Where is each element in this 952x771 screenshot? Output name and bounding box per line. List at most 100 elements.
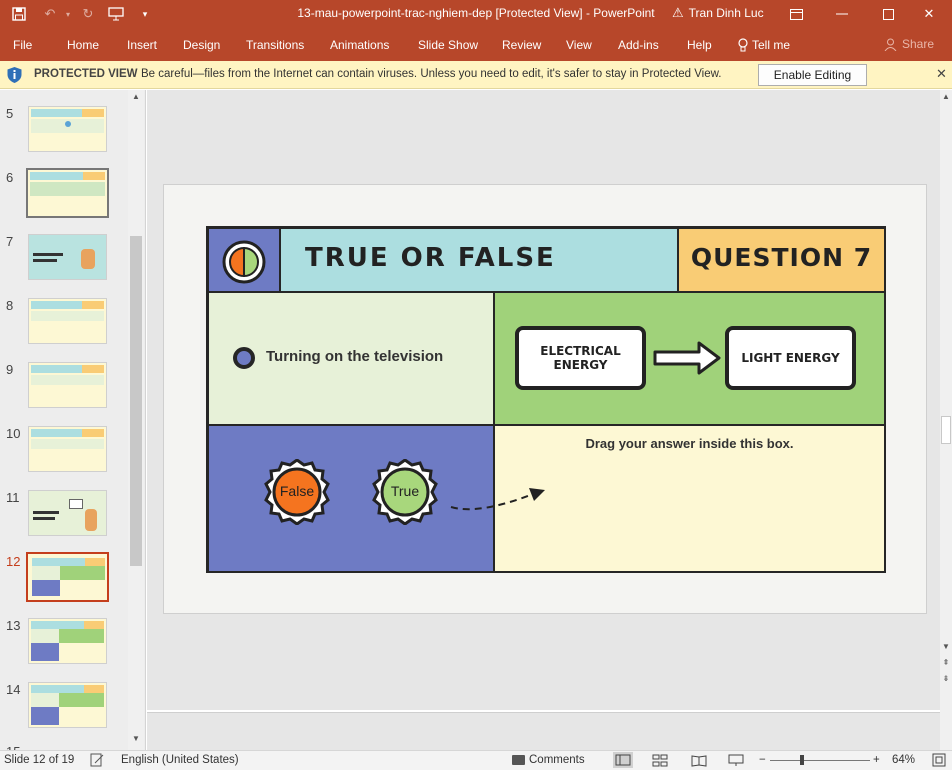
- slide-thumbnail-6[interactable]: 6: [0, 168, 128, 224]
- slide-number: 12: [6, 554, 21, 569]
- badge-logo-icon: [222, 240, 266, 284]
- start-slideshow-icon[interactable]: [106, 4, 126, 24]
- protected-view-title: PROTECTED VIEW: [34, 68, 138, 80]
- slide-thumbnail-14[interactable]: 14: [0, 682, 128, 736]
- logo-cell: [207, 227, 281, 293]
- slide-thumbnail-5[interactable]: 5: [0, 106, 128, 160]
- minimize-icon[interactable]: [819, 0, 865, 28]
- ribbon-tabs: File Home Insert Design Transitions Anim…: [0, 28, 952, 61]
- comments-button[interactable]: Comments: [512, 754, 585, 766]
- previous-slide-icon[interactable]: ⇞: [941, 658, 951, 667]
- statement-cell: Turning on the television: [207, 291, 495, 426]
- slide-preview: [28, 682, 107, 728]
- normal-view-icon[interactable]: [613, 752, 633, 768]
- zoom-out-icon[interactable]: −: [759, 754, 766, 766]
- slide-preview: [28, 490, 107, 536]
- dashed-arrow-icon: [450, 488, 545, 511]
- tab-design[interactable]: Design: [183, 38, 220, 52]
- slide-number: 6: [6, 170, 14, 185]
- tab-review[interactable]: Review: [502, 38, 541, 52]
- slide-number: 13: [6, 618, 21, 633]
- slide-preview: [26, 552, 109, 602]
- tab-help[interactable]: Help: [687, 38, 712, 52]
- zoom-slider[interactable]: [770, 760, 870, 761]
- scroll-up-icon[interactable]: ▲: [941, 92, 951, 101]
- slide-show-icon[interactable]: [728, 754, 744, 770]
- save-icon[interactable]: [9, 4, 29, 24]
- slide-thumbnail-11[interactable]: 11: [0, 490, 128, 544]
- redo-icon[interactable]: ↻: [79, 4, 97, 24]
- tab-view[interactable]: View: [566, 38, 592, 52]
- status-bar: Slide 12 of 19 English (United States) C…: [0, 750, 952, 770]
- tab-add-ins[interactable]: Add-ins: [618, 38, 659, 52]
- slide-preview: [28, 234, 107, 280]
- slide-thumbnail-12[interactable]: 12: [0, 552, 128, 608]
- slide-preview: [28, 106, 107, 152]
- slide-preview: [28, 298, 107, 344]
- customize-toolbar-icon[interactable]: ▾: [139, 4, 151, 24]
- ribbon-display-options-icon[interactable]: [773, 0, 819, 28]
- slide-number: 5: [6, 106, 14, 121]
- scrollbar-thumb[interactable]: [130, 236, 142, 566]
- reading-view-icon[interactable]: [691, 754, 707, 770]
- close-message-icon[interactable]: ✕: [936, 66, 947, 82]
- enable-editing-button[interactable]: Enable Editing: [758, 64, 867, 86]
- undo-dropdown-icon[interactable]: ▾: [62, 4, 74, 24]
- false-label: False: [279, 483, 315, 499]
- light-energy-box: LIGHT ENERGY: [725, 326, 856, 390]
- bullet-icon: [233, 347, 255, 369]
- notes-check-icon[interactable]: [90, 753, 104, 770]
- protected-view-bar: PROTECTED VIEW Be careful—files from the…: [0, 61, 952, 89]
- maximize-icon[interactable]: [865, 0, 911, 28]
- fit-slide-icon[interactable]: [932, 753, 946, 770]
- slide-preview: [28, 426, 107, 472]
- tab-home[interactable]: Home: [67, 38, 99, 52]
- slide-thumbnail-8[interactable]: 8: [0, 298, 128, 352]
- notes-area[interactable]: [147, 712, 940, 750]
- share-button[interactable]: Share: [884, 37, 934, 51]
- slide-number: 9: [6, 362, 14, 377]
- thumbnail-scrollbar[interactable]: ▲ ▼: [128, 90, 144, 750]
- shield-icon: [7, 67, 22, 83]
- tab-file[interactable]: File: [13, 38, 32, 52]
- electrical-energy-box: ELECTRICAL ENERGY: [515, 326, 646, 390]
- slide-thumbnail-pane: 5 6 7 8 9 10 11 12 13 14: [0, 90, 146, 750]
- answer-drop-zone[interactable]: Drag your answer inside this box.: [493, 424, 886, 573]
- slide-sorter-icon[interactable]: [652, 754, 668, 770]
- zoom-level[interactable]: 64%: [892, 754, 915, 766]
- slide-scrollbar[interactable]: ▲ ▼ ⇞ ⇟: [940, 90, 952, 750]
- right-arrow-icon: [653, 341, 721, 375]
- slide-thumbnail-10[interactable]: 10: [0, 426, 128, 480]
- language[interactable]: English (United States): [121, 754, 239, 766]
- scroll-up-icon[interactable]: ▲: [130, 92, 142, 104]
- next-slide-icon[interactable]: ⇟: [941, 674, 951, 683]
- tab-transitions[interactable]: Transitions: [246, 38, 304, 52]
- comment-icon: [512, 755, 525, 765]
- tab-insert[interactable]: Insert: [127, 38, 157, 52]
- slide-counter: Slide 12 of 19: [4, 754, 75, 766]
- slide-thumbnail-7[interactable]: 7: [0, 234, 128, 288]
- tab-animations[interactable]: Animations: [330, 38, 389, 52]
- zoom-slider-handle[interactable]: [800, 755, 804, 765]
- undo-icon[interactable]: ↶: [40, 4, 60, 24]
- user-account[interactable]: ⚠ Tran Dinh Luc: [672, 5, 764, 21]
- comments-label: Comments: [529, 754, 585, 766]
- energy-cell: ELECTRICAL ENERGY LIGHT ENERGY: [493, 291, 886, 426]
- person-icon: [884, 38, 897, 51]
- close-window-icon[interactable]: ✕: [906, 0, 952, 28]
- scroll-down-icon[interactable]: ▼: [941, 642, 951, 651]
- true-answer-badge[interactable]: True: [372, 458, 438, 526]
- zoom-in-icon[interactable]: +: [873, 754, 880, 766]
- tab-slide-show[interactable]: Slide Show: [418, 38, 478, 52]
- slide-title: TRUE OR FALSE: [305, 243, 556, 273]
- protected-view-message: Be careful—files from the Internet can c…: [141, 68, 722, 80]
- slide-thumbnail-13[interactable]: 13: [0, 618, 128, 672]
- user-name: Tran Dinh Luc: [688, 6, 764, 20]
- question-label: QUESTION 7: [690, 243, 873, 272]
- slide-thumbnail-9[interactable]: 9: [0, 362, 128, 416]
- slide-number: 7: [6, 234, 14, 249]
- scroll-down-icon[interactable]: ▼: [130, 734, 142, 746]
- scrollbar-thumb[interactable]: [941, 416, 951, 444]
- tell-me-search[interactable]: Tell me: [738, 38, 790, 52]
- false-answer-badge[interactable]: False: [264, 458, 330, 526]
